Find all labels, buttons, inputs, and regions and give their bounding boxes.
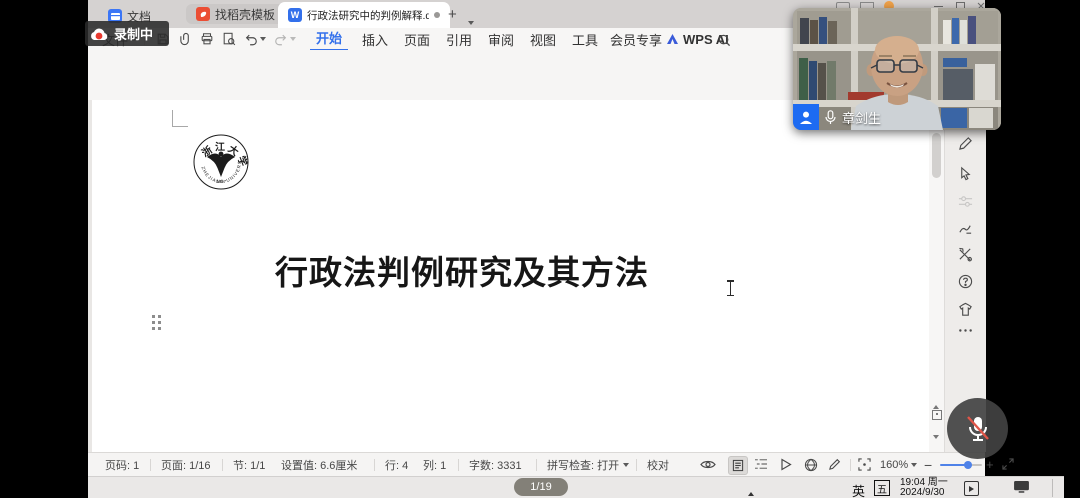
edit-pen-icon[interactable] [828, 458, 841, 471]
status-word-count[interactable]: 字数: 3331 [468, 457, 523, 473]
text-cursor [727, 280, 734, 296]
menu-tab-page[interactable]: 页面 [398, 28, 436, 50]
menu-tab-reference[interactable]: 引用 [440, 28, 478, 50]
next-page-button[interactable] [933, 426, 939, 444]
chevron-down-icon [933, 435, 939, 439]
clock-date: 2024/9/30 [900, 488, 948, 498]
show-desktop-divider[interactable] [1052, 479, 1053, 497]
search-icon[interactable] [716, 32, 732, 48]
skin-theme-icon[interactable] [958, 302, 974, 318]
document-page[interactable]: 浙江大学 ZHEJIANG UNIVERSITY 1897 行政法判例研究及其方… [92, 100, 929, 452]
seal-eagle [207, 154, 235, 178]
status-bar: 页码: 1 页面: 1/16 节: 1/1 设置值: 6.6厘米 行: 4 列:… [88, 452, 985, 477]
print-preview-button[interactable] [220, 31, 238, 47]
university-seal-logo: 浙江大学 ZHEJIANG UNIVERSITY 1897 [192, 133, 250, 191]
clock[interactable]: 19:04 周一 2024/9/30 [900, 478, 948, 498]
recording-indicator[interactable]: 录制中 [85, 21, 169, 46]
status-page-number[interactable]: 页码: 1 [104, 457, 140, 473]
more-options-icon[interactable] [958, 328, 974, 344]
muted-mic-icon [965, 414, 991, 444]
participant-name: 章剑生 [842, 108, 881, 127]
webcam-window[interactable]: 章剑生 [793, 8, 1001, 130]
chevron-down-icon [623, 463, 629, 467]
chevron-down-icon [468, 21, 474, 25]
menu-tab-home[interactable]: 开始 [310, 27, 348, 52]
zoom-out-button[interactable]: − [924, 457, 932, 473]
signature-icon[interactable] [958, 221, 974, 237]
chevron-down-icon [911, 463, 917, 467]
chevron-up-icon [933, 405, 939, 409]
select-browse-object-button[interactable] [932, 410, 942, 420]
focus-mode-icon[interactable] [858, 458, 871, 471]
document-title-text[interactable]: 行政法判例研究及其方法 [92, 246, 832, 294]
menu-tab-tools[interactable]: 工具 [566, 28, 604, 50]
web-layout-button[interactable] [804, 458, 818, 472]
vertical-scrollbar[interactable] [929, 100, 944, 452]
screen: 文档 找稻壳模板 W 行政法研究中的判例解释.doc + [0, 0, 1080, 498]
scrollbar-thumb[interactable] [932, 133, 941, 178]
recording-label: 录制中 [114, 24, 153, 43]
menu-tab-insert[interactable]: 插入 [356, 28, 394, 50]
outline-view-button[interactable] [754, 458, 768, 470]
help-icon[interactable] [958, 274, 974, 290]
video-playing-tray-icon[interactable] [964, 481, 979, 496]
chevron-down-icon [290, 37, 296, 41]
minimize-icon[interactable] [934, 6, 943, 7]
status-page-of-total[interactable]: 页面: 1/16 [160, 457, 212, 473]
participant-mic-icon [825, 110, 836, 125]
slide-page-indicator: 1/19 [514, 478, 568, 496]
ime-mode-indicator[interactable]: 五 [874, 480, 890, 496]
chevron-down-icon [260, 37, 266, 41]
seal-year-text: 1897 [216, 179, 227, 184]
new-tab-button[interactable]: + [448, 6, 457, 23]
page-margin-mark [172, 126, 188, 127]
tools-icon[interactable] [958, 247, 974, 263]
status-column[interactable]: 列: 1 [422, 457, 447, 473]
status-spell-check[interactable]: 拼写检查: 打开 [546, 457, 630, 473]
status-proofread[interactable]: 校对 [646, 457, 670, 473]
recording-cloud-icon [89, 27, 109, 41]
input-language-indicator[interactable]: 英 [852, 481, 865, 498]
page-view-button[interactable] [728, 456, 748, 475]
mute-microphone-button[interactable] [947, 398, 1008, 459]
status-section[interactable]: 节: 1/1 [232, 457, 266, 473]
wps-ai-icon [666, 33, 679, 45]
menu-tab-review[interactable]: 审阅 [482, 28, 520, 50]
page-margin-mark [172, 110, 173, 126]
status-line[interactable]: 行: 4 [384, 457, 409, 473]
unsaved-dot-icon [434, 12, 440, 18]
tab-docer-label: 找稻壳模板 [215, 6, 275, 23]
eye-protect-icon[interactable] [700, 458, 716, 471]
menu-tab-member[interactable]: 会员专享 [604, 28, 668, 50]
tab-document-label: 行政法研究中的判例解释.doc [307, 8, 429, 23]
participant-avatar-icon [793, 104, 819, 130]
zoom-level-value: 160% [880, 459, 908, 471]
wps-writer-icon: W [288, 8, 302, 22]
redo-button[interactable] [272, 31, 298, 47]
zoom-slider-thumb[interactable] [964, 461, 972, 469]
action-center-icon[interactable] [1014, 481, 1029, 494]
menu-tab-view[interactable]: 视图 [524, 28, 562, 50]
cloud-sync-icon[interactable] [176, 31, 194, 47]
undo-button[interactable] [242, 31, 268, 47]
tab-docer[interactable]: 找稻壳模板 [186, 4, 285, 24]
reading-mode-button[interactable] [780, 458, 792, 471]
tray-expand-icon[interactable] [748, 483, 754, 498]
adjust-settings-icon[interactable] [958, 194, 974, 210]
tab-document-active[interactable]: W 行政法研究中的判例解释.doc [278, 2, 450, 28]
status-setting-value[interactable]: 设置值: 6.6厘米 [280, 457, 358, 473]
zoom-in-button[interactable]: + [986, 457, 994, 472]
print-button[interactable] [198, 31, 216, 47]
drag-handle-icon[interactable] [152, 315, 161, 330]
zoom-level-button[interactable]: 160% [880, 453, 917, 477]
windows-taskbar: e W 英 五 19:04 周一 2024/9/30 [88, 476, 1064, 498]
pen-annotate-icon[interactable] [958, 136, 974, 152]
fullscreen-icon[interactable] [1002, 458, 1014, 470]
cursor-select-icon[interactable] [958, 166, 974, 182]
participant-name-bar: 章剑生 [793, 104, 881, 130]
docer-icon [196, 7, 210, 21]
